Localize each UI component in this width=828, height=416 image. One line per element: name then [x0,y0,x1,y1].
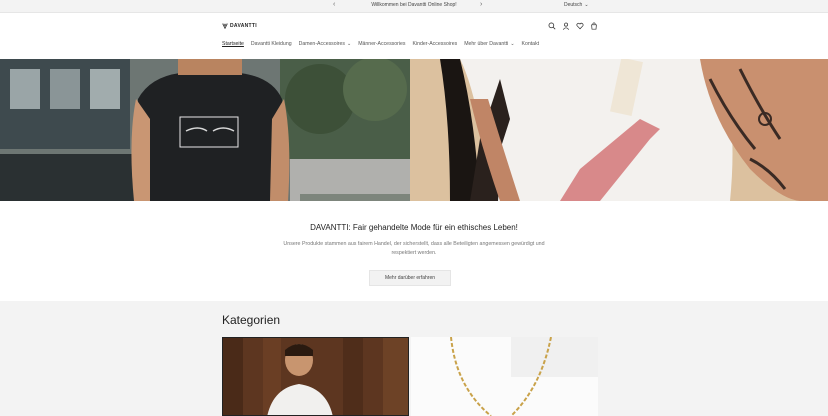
nav-item-startseite[interactable]: Startseite [222,41,244,47]
categories-heading: Kategorien [222,313,281,327]
nav-label: Männer-Accessories [358,41,406,47]
learn-more-button[interactable]: Mehr darüber erfahren [369,270,451,286]
nav-item-kontakt[interactable]: Kontakt [522,41,540,47]
nav-label: Kinder-Accessoires [412,41,458,47]
site-header: DAVANTTI Startseite Davantti Kleidung Da… [0,13,828,59]
nav-label: Mehr über Davantti [464,41,509,47]
header-icons [548,22,598,30]
nav-item-kleidung[interactable]: Davantti Kleidung [251,41,292,47]
hero-right-illustration [410,59,828,201]
announcement-message: Willkommen bei Davantti Online Shop! [371,2,457,8]
intro-description: Unsere Produkte stammen aus fairem Hande… [283,241,545,256]
account-icon[interactable] [562,22,570,30]
hero-left-illustration [0,59,410,201]
nav-item-maenner-accessories[interactable]: Männer-Accessories [358,41,405,47]
chevron-down-icon: ⌄ [510,41,515,47]
categories-section: Kategorien [0,301,828,416]
nav-label: Davantti Kleidung [250,41,292,47]
chevron-down-icon: ⌄ [347,41,352,47]
chevron-down-icon: ⌄ [584,2,589,8]
nav-label: Kontakt [521,41,540,47]
cart-icon[interactable] [590,22,598,30]
category-card-men[interactable] [222,337,409,416]
intro-title: DAVANTTI: Fair gehandelte Mode für ein e… [310,223,518,232]
main-nav: Startseite Davantti Kleidung Damen-Acces… [222,41,546,47]
country-selector[interactable]: Deutsch ⌄ [564,2,589,8]
nav-label: Startseite [222,41,244,47]
nav-label: Damen-Accessoires [298,41,346,47]
hero-image-woman-bag [410,59,828,201]
chevron-right-icon[interactable]: › [480,1,482,8]
category-card-jewelry[interactable] [411,337,598,416]
nav-item-damen-accessoires[interactable]: Damen-Accessoires ⌄ [299,41,352,47]
hero-banner [0,59,828,201]
logo-icon [222,23,228,29]
logo[interactable]: DAVANTTI [222,23,257,29]
search-icon[interactable] [548,22,556,30]
intro-section: DAVANTTI: Fair gehandelte Mode für ein e… [0,201,828,301]
announcement-bar: ‹ Willkommen bei Davantti Online Shop! ›… [0,0,828,13]
category-image-necklace [411,337,598,416]
logo-text: DAVANTTI [230,23,257,29]
hero-image-man-tshirt [0,59,410,201]
wishlist-icon[interactable] [576,22,584,30]
category-image-man [223,338,408,415]
nav-item-kinder-accessoires[interactable]: Kinder-Accessoires [413,41,458,47]
country-label: Deutsch [564,2,583,8]
nav-item-mehr-ueber[interactable]: Mehr über Davantti ⌄ [464,41,514,47]
